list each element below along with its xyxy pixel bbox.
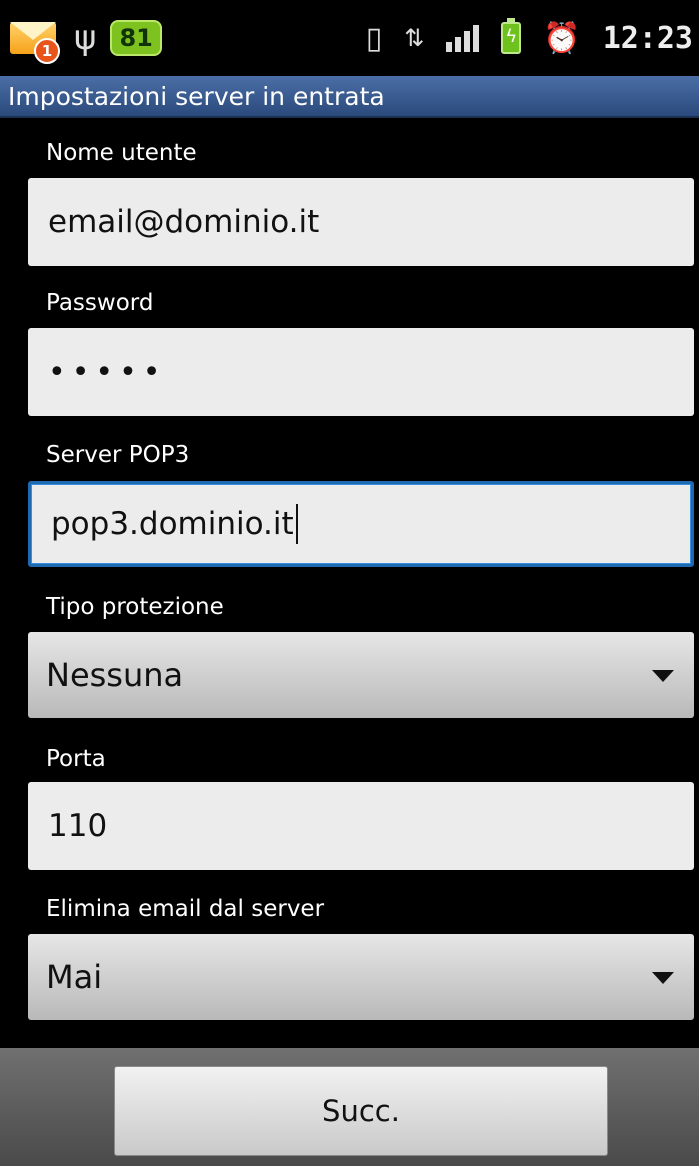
- notification-count-badge: 1: [34, 38, 60, 64]
- username-value: email@dominio.it: [48, 204, 320, 240]
- status-bar: 1 ψ 81 ▯ ⇅ ϟ ⏰ 12:23: [0, 0, 699, 76]
- security-value: Nessuna: [46, 656, 184, 694]
- username-field[interactable]: email@dominio.it: [28, 178, 694, 266]
- bottom-bar: Succ.: [0, 1048, 699, 1166]
- delete-email-select[interactable]: Mai: [28, 934, 694, 1020]
- data-transfer-icon: ⇅: [404, 24, 425, 52]
- port-field[interactable]: 110: [28, 782, 694, 870]
- port-label: Porta: [46, 746, 106, 772]
- dropdown-arrow-icon: [652, 670, 674, 682]
- password-field[interactable]: •••••: [28, 328, 694, 416]
- dropdown-arrow-icon: [652, 972, 674, 984]
- port-value: 110: [48, 808, 108, 844]
- server-value: pop3.dominio.it: [51, 506, 294, 542]
- security-label: Tipo protezione: [46, 594, 224, 620]
- password-label: Password: [46, 290, 154, 316]
- temperature-badge: 81: [110, 20, 162, 56]
- server-field[interactable]: pop3.dominio.it: [28, 481, 694, 567]
- signal-icon: [446, 24, 480, 52]
- delete-email-label: Elimina email dal server: [46, 896, 325, 922]
- title-bar: Impostazioni server in entrata: [0, 76, 699, 118]
- next-button[interactable]: Succ.: [114, 1066, 608, 1156]
- text-cursor: [295, 504, 298, 544]
- page-title: Impostazioni server in entrata: [8, 81, 385, 111]
- vibrate-icon: ▯: [365, 20, 383, 56]
- alarm-icon: ⏰: [543, 20, 581, 56]
- mail-notification-icon[interactable]: 1: [10, 16, 60, 64]
- username-label: Nome utente: [46, 140, 197, 166]
- battery-charging-icon: ϟ: [501, 18, 522, 54]
- security-type-select[interactable]: Nessuna: [28, 632, 694, 718]
- usb-icon: ψ: [74, 18, 97, 58]
- delete-email-value: Mai: [46, 958, 103, 996]
- clock: 12:23: [602, 20, 693, 56]
- server-label: Server POP3: [46, 442, 190, 468]
- password-value: •••••: [48, 354, 167, 390]
